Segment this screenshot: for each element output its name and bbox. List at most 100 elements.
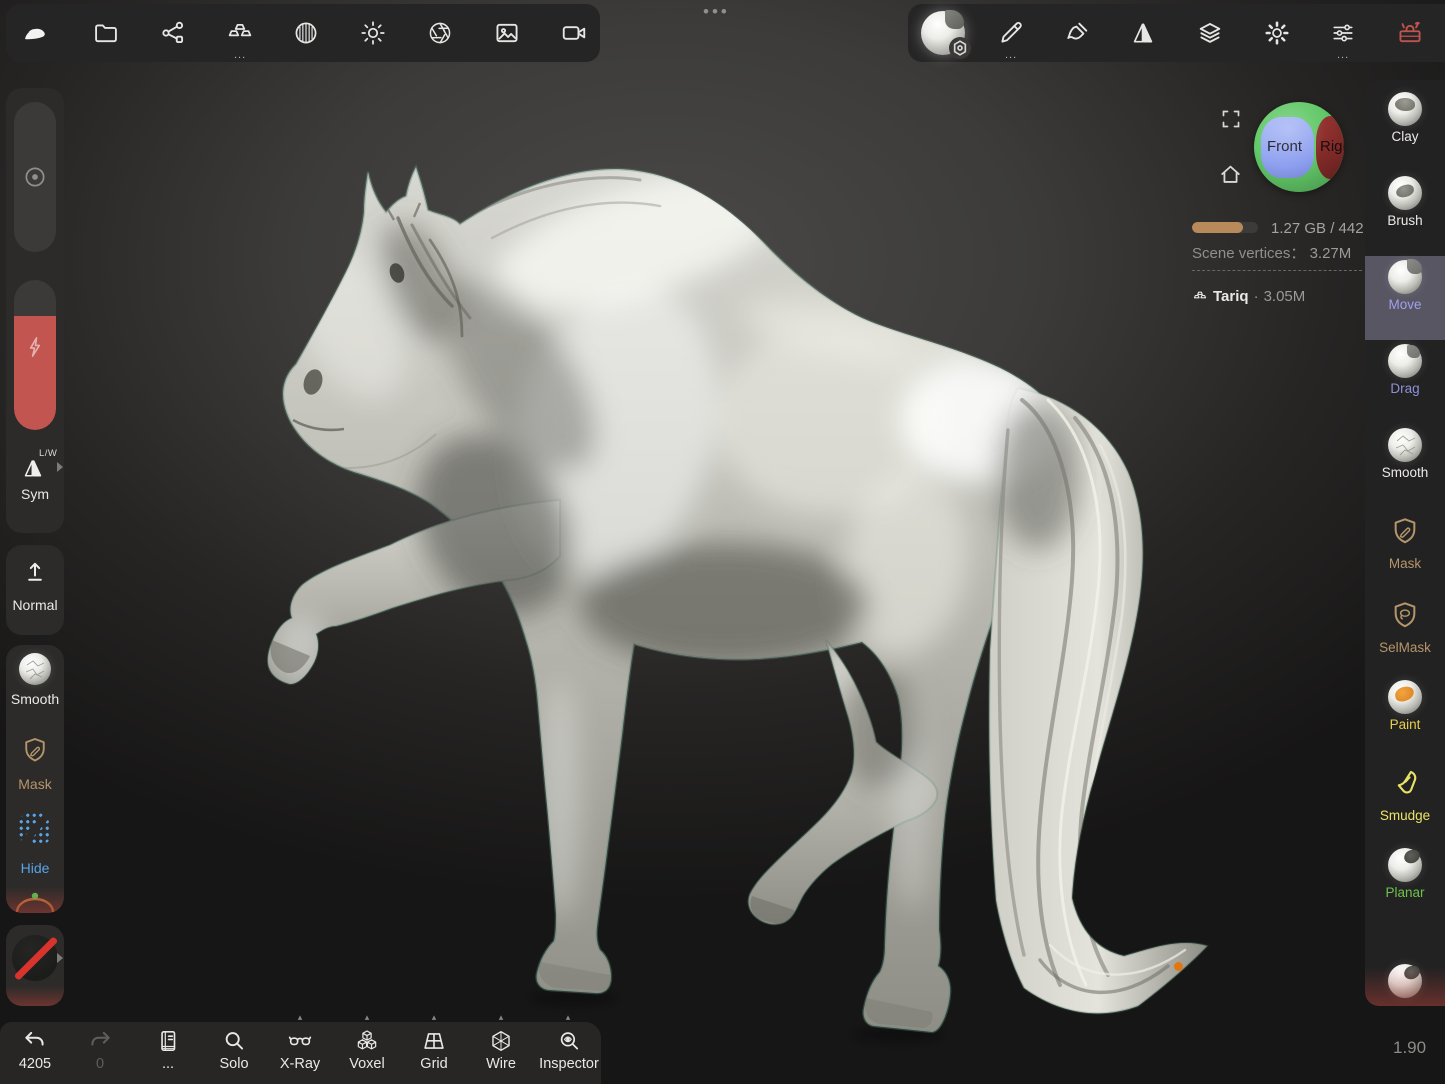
scroll-fade	[6, 887, 64, 913]
tool-smooth[interactable]: Smooth	[1365, 424, 1445, 508]
tool-move-selected[interactable]: Move	[1365, 256, 1445, 340]
inspector-button[interactable]: Inspector	[533, 1028, 605, 1072]
adjust-sliders-icon[interactable]	[1329, 19, 1357, 47]
scene-item-name: Tariq	[1213, 288, 1249, 305]
mask-shield-icon	[1389, 514, 1421, 548]
xray-button[interactable]: X-Ray	[268, 1028, 332, 1072]
symmetry-mirror-icon[interactable]	[1129, 19, 1157, 47]
journal-button[interactable]: ...	[136, 1028, 200, 1072]
layers-icon[interactable]	[1196, 19, 1224, 47]
undo-button[interactable]: 4205	[3, 1028, 67, 1072]
scene-vertices-row: Scene vertices： 3.27M	[1192, 242, 1351, 263]
hud-divider	[1192, 270, 1362, 271]
zoom-level: 1.90	[1393, 1038, 1426, 1058]
voxel-button[interactable]: Voxel	[335, 1028, 399, 1072]
planar-tool-icon	[1388, 848, 1422, 882]
solo-label: Solo	[202, 1056, 266, 1072]
scene-vertices-value: 3.27M	[1310, 245, 1352, 262]
left-quick-tools-card: Smooth Mask Hide	[6, 645, 64, 913]
tool-selmask[interactable]: SelMask	[1365, 592, 1445, 676]
home-icon[interactable]	[1217, 161, 1244, 188]
redo-count: 0	[68, 1056, 132, 1072]
smudge-finger-icon	[1388, 766, 1422, 800]
lightning-bolt-icon	[22, 334, 48, 360]
sliders-more-dots: ...	[1337, 52, 1349, 58]
primitives-menu-icon[interactable]	[226, 19, 254, 47]
background-image-icon[interactable]	[493, 19, 521, 47]
move-tool-icon	[1388, 260, 1422, 294]
post-process-aperture-icon[interactable]	[426, 19, 454, 47]
mask-quick-label[interactable]: Mask	[6, 776, 64, 792]
tool-label: Brush	[1365, 213, 1445, 228]
solo-magnifier-icon	[221, 1028, 247, 1054]
tool-smudge[interactable]: Smudge	[1365, 760, 1445, 844]
radius-slider[interactable]	[14, 102, 56, 252]
redo-button[interactable]: 0	[68, 1028, 132, 1072]
smooth-quick-icon[interactable]	[19, 653, 51, 685]
redo-icon	[87, 1028, 113, 1054]
nut-gear-icon	[949, 37, 971, 59]
fullscreen-icon[interactable]	[1219, 107, 1243, 131]
material-settings-badge[interactable]	[949, 37, 971, 59]
smooth-quick-label[interactable]: Smooth	[6, 691, 64, 707]
paint-all-brush-icon[interactable]	[1063, 19, 1091, 47]
toolbox-icon[interactable]	[1396, 19, 1424, 47]
solo-button[interactable]: Solo	[202, 1028, 266, 1072]
scene-item-ingots-icon	[1192, 289, 1208, 304]
tool-label: Planar	[1365, 885, 1445, 900]
grid-button[interactable]: Grid	[402, 1028, 466, 1072]
tool-paint[interactable]: Paint	[1365, 676, 1445, 760]
lighting-sun-icon[interactable]	[359, 19, 387, 47]
tool-brush[interactable]: Brush	[1365, 172, 1445, 256]
camera-icon[interactable]	[560, 19, 588, 47]
tool-label: Mask	[1365, 556, 1445, 571]
alpha-expand-caret-icon	[57, 953, 63, 963]
wire-label: Wire	[469, 1056, 533, 1072]
open-folder-icon[interactable]	[92, 19, 120, 47]
tool-planar[interactable]: Planar	[1365, 844, 1445, 928]
scene-item-row[interactable]: Tariq · 3.05M	[1192, 288, 1305, 305]
nomad-logo-icon[interactable]	[21, 21, 49, 49]
voxel-cubes-icon	[354, 1028, 380, 1054]
undo-count: 4205	[3, 1056, 67, 1072]
stroke-pencil-icon[interactable]	[997, 19, 1025, 47]
tool-clay[interactable]: Clay	[1365, 88, 1445, 172]
multitask-handle-dots[interactable]: •••	[703, 2, 747, 22]
hide-dots-icon[interactable]	[18, 812, 52, 846]
view-orientation-gizmo[interactable]: Front Right	[1254, 102, 1344, 192]
memory-bar-fill	[1192, 222, 1243, 233]
drag-tool-icon	[1388, 344, 1422, 378]
smooth-tool-icon	[1388, 428, 1422, 462]
gizmo-front-label: Front	[1267, 138, 1302, 155]
settings-gear-icon[interactable]	[1263, 19, 1291, 47]
sym-label[interactable]: Sym	[6, 486, 64, 502]
active-material-sphere[interactable]	[921, 11, 965, 55]
grid-label: Grid	[402, 1056, 466, 1072]
intensity-slider[interactable]	[14, 280, 56, 430]
tool-drag[interactable]: Drag	[1365, 340, 1445, 424]
alpha-none-icon	[12, 935, 58, 981]
tool-mask[interactable]: Mask	[1365, 508, 1445, 592]
hide-quick-label[interactable]: Hide	[6, 860, 64, 876]
inspector-label: Inspector	[533, 1056, 605, 1072]
gizmo-right-face[interactable]	[1316, 116, 1344, 179]
scene-item-vertices: 3.05M	[1264, 288, 1306, 305]
mask-shield-icon[interactable]	[20, 734, 50, 766]
wire-button[interactable]: Wire	[469, 1028, 533, 1072]
stroke-normal-card[interactable]: Normal	[6, 545, 64, 635]
scene-graph-icon[interactable]	[159, 19, 187, 47]
alpha-card[interactable]	[6, 925, 64, 1006]
inspector-eye-icon	[556, 1028, 582, 1054]
horse-model[interactable]	[268, 140, 1207, 1032]
memory-bar	[1192, 222, 1258, 233]
xray-glasses-icon	[287, 1028, 313, 1054]
symmetry-triangles-icon[interactable]	[18, 454, 48, 482]
tool-label: SelMask	[1365, 640, 1445, 655]
brush-tool-icon	[1388, 176, 1422, 210]
journal-more: ...	[136, 1056, 200, 1072]
nomad-sculpt-app: ... ••• ...	[0, 0, 1445, 1084]
matcap-material-icon[interactable]	[292, 19, 320, 47]
tool-label: Clay	[1365, 129, 1445, 144]
grid-icon	[421, 1028, 447, 1054]
gizmo-front-face[interactable]	[1261, 117, 1314, 178]
